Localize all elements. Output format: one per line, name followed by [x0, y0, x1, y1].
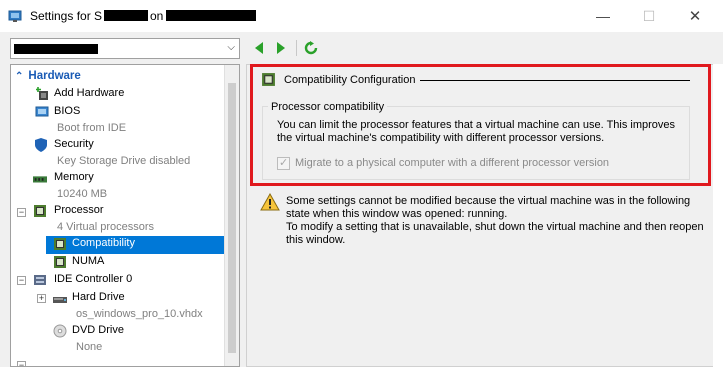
- pane-edge: [713, 64, 723, 367]
- tree-item-memory[interactable]: Memory: [54, 171, 94, 187]
- tree-sub-dvd-drive: None: [76, 341, 103, 353]
- triangle-left-icon: [255, 42, 263, 54]
- highlight-frame: [250, 64, 711, 186]
- close-button[interactable]: ✕: [684, 6, 706, 26]
- warning-line-1: Some settings cannot be modified because…: [286, 195, 691, 220]
- warning-icon: [260, 193, 280, 211]
- tree-item-bios[interactable]: BIOS: [54, 105, 80, 121]
- double-chevron-up-icon: ⌃: [15, 71, 24, 82]
- tree-sub-hard-drive: os_windows_pro_10.vhdx: [76, 308, 203, 320]
- refresh-icon: [304, 41, 318, 55]
- tree-item-numa[interactable]: NUMA: [72, 255, 104, 271]
- add-hardware-icon: [36, 87, 48, 100]
- window-title-mid: on: [150, 9, 164, 23]
- tree-sub-security: Key Storage Drive disabled: [57, 155, 191, 167]
- numa-icon: [54, 256, 66, 268]
- expand-hard-drive-button[interactable]: +: [37, 294, 46, 303]
- vm-selector-dropdown[interactable]: ⌵: [10, 38, 240, 59]
- tree-item-compatibility[interactable]: Compatibility: [72, 237, 135, 253]
- tree-item-processor[interactable]: Processor: [54, 204, 104, 220]
- hyperv-settings-icon: [8, 10, 22, 22]
- hard-drive-icon: [53, 297, 67, 303]
- chevron-down-icon: ⌵: [227, 42, 235, 53]
- tree-sub-memory: 10240 MB: [57, 188, 108, 200]
- hardware-label: Hardware: [28, 70, 81, 82]
- tree-sub-bios: Boot from IDE: [57, 122, 127, 134]
- window-title-prefix: Settings for S: [30, 9, 103, 23]
- triangle-right-icon: [277, 42, 285, 54]
- settings-tree[interactable]: ⌃ Hardware Add Hardware BIOS Boot from ID…: [10, 64, 240, 367]
- tree-item-security[interactable]: Security: [54, 138, 94, 154]
- ide-controller-icon: [34, 275, 46, 285]
- collapse-ide-controller-button[interactable]: −: [17, 276, 26, 285]
- scrollbar-thumb[interactable]: [228, 83, 236, 353]
- bios-icon: [35, 106, 49, 117]
- tree-item-dvd-drive[interactable]: DVD Drive: [72, 324, 124, 340]
- collapse-next-item-button[interactable]: −: [17, 361, 26, 366]
- previous-button[interactable]: [252, 41, 266, 55]
- memory-icon: [33, 176, 47, 183]
- tree-sub-processor: 4 Virtual processors: [57, 221, 155, 233]
- warning-message: Some settings cannot be modified because…: [286, 195, 706, 247]
- tree-item-ide-controller[interactable]: IDE Controller 0: [54, 273, 132, 289]
- title-bar: Settings for S on — ☐ ✕: [0, 0, 723, 32]
- redacted-vm-selection: [14, 44, 98, 54]
- warning-line-2: To modify a setting that is unavailable,…: [286, 221, 704, 246]
- tree-item-hard-drive[interactable]: Hard Drive: [72, 291, 125, 307]
- compatibility-icon: [54, 238, 66, 250]
- tree-scrollbar[interactable]: [224, 65, 239, 366]
- shield-icon: [35, 138, 47, 152]
- dvd-drive-icon: [53, 324, 67, 338]
- next-button[interactable]: [274, 41, 288, 55]
- minimize-button[interactable]: —: [592, 6, 614, 26]
- redacted-vm-name: [104, 10, 148, 21]
- tree-item-add-hardware[interactable]: Add Hardware: [54, 87, 124, 103]
- redacted-host-name: [166, 10, 256, 21]
- refresh-button[interactable]: [304, 41, 318, 55]
- maximize-button[interactable]: ☐: [638, 6, 660, 26]
- hardware-section-header[interactable]: ⌃ Hardware: [15, 70, 81, 82]
- processor-icon: [34, 205, 46, 217]
- toolbar-separator: [296, 40, 297, 56]
- collapse-processor-button[interactable]: −: [17, 208, 26, 217]
